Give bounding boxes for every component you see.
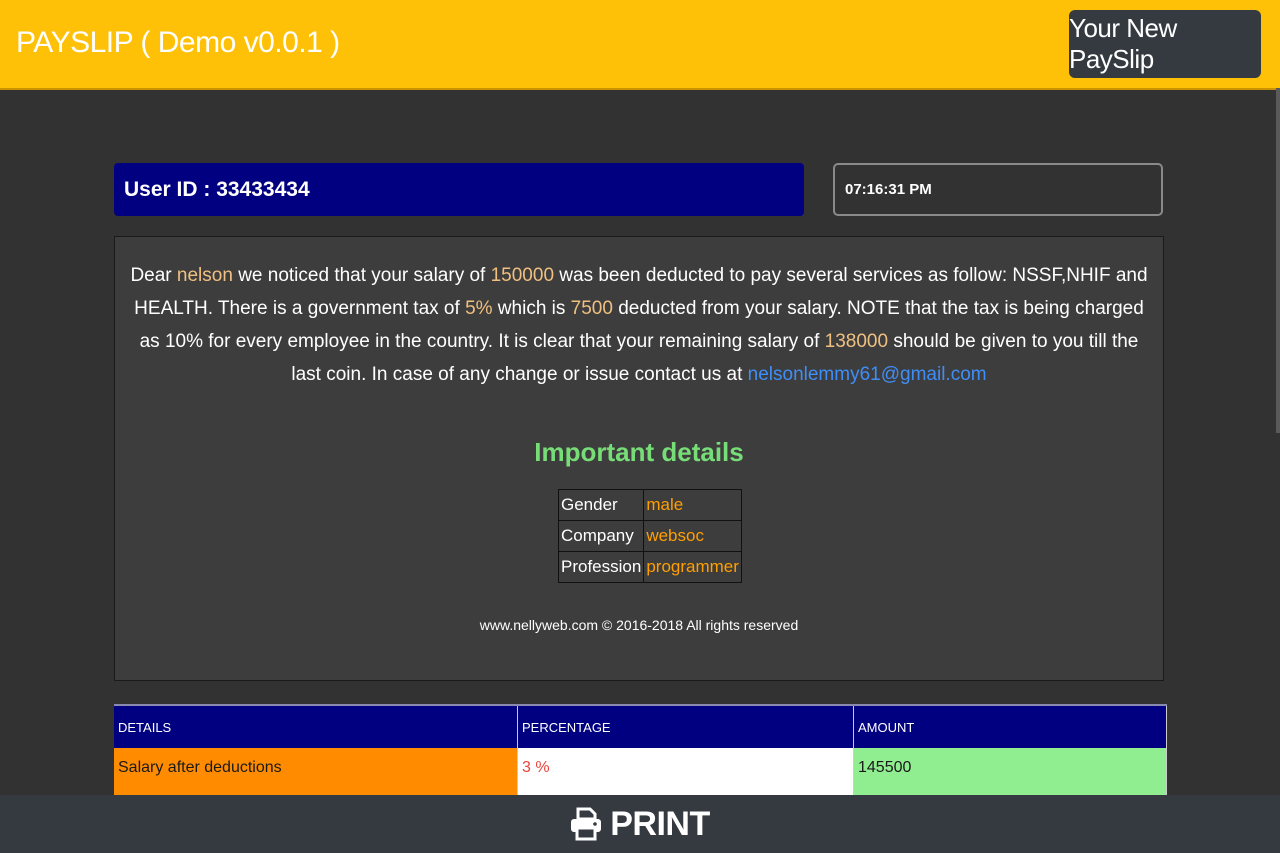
header-percentage: PERCENTAGE <box>517 704 854 748</box>
header-amount: AMOUNT <box>853 704 1167 748</box>
table-row: Profession programmer <box>557 551 742 583</box>
details-table: Gender male Company websoc Profession pr… <box>557 489 742 583</box>
percentage-cell: 3 % <box>517 748 854 788</box>
payslip-panel: Dear nelson we noticed that your salary … <box>114 236 1164 681</box>
profession-key: Profession <box>557 551 645 583</box>
clock-time: 07:16:31 PM <box>845 181 932 198</box>
letter-text: which is <box>492 298 571 319</box>
user-id-label: User ID : 33433434 <box>124 177 310 201</box>
remaining-salary: 138000 <box>824 331 889 352</box>
brand-title[interactable]: PAYSLIP ( Demo v0.0.1 ) <box>16 26 340 60</box>
table-header-row: DETAILS PERCENTAGE AMOUNT <box>114 704 1167 748</box>
contact-email-link[interactable]: nelsonlemmy61@gmail.com <box>748 364 987 385</box>
employee-name: nelson <box>176 265 233 286</box>
header-details: DETAILS <box>114 704 518 748</box>
scrollbar-thumb[interactable] <box>1276 88 1280 433</box>
letter-text: Dear <box>130 265 177 286</box>
top-navbar: PAYSLIP ( Demo v0.0.1 ) Your New PaySlip <box>0 0 1280 90</box>
detail-cell: Salary after deductions <box>114 748 518 788</box>
amount-cell: 145500 <box>853 748 1167 788</box>
gender-key: Gender <box>557 489 645 521</box>
print-label: PRINT <box>610 804 710 843</box>
important-details-title: Important details <box>534 437 744 467</box>
clock-display: 07:16:31 PM <box>833 163 1163 216</box>
profession-value: programmer <box>643 551 742 583</box>
new-payslip-button[interactable]: Your New PaySlip <box>1069 10 1261 78</box>
gender-value: male <box>643 489 742 521</box>
user-id-banner: User ID : 33433434 <box>114 163 804 216</box>
table-row: Salary after deductions 3 % 145500 <box>114 748 1167 788</box>
copyright-footer: www.nellyweb.com © 2016-2018 All rights … <box>479 617 799 633</box>
company-value: websoc <box>643 520 742 552</box>
table-row: Company websoc <box>557 520 742 552</box>
table-row: Gender male <box>557 489 742 521</box>
tax-rate: 5% <box>465 298 493 319</box>
salary-letter: Dear nelson we noticed that your salary … <box>127 259 1151 391</box>
tax-amount: 7500 <box>570 298 613 319</box>
printer-icon <box>571 807 602 841</box>
gross-salary: 150000 <box>490 265 555 286</box>
letter-text: we noticed that your salary of <box>232 265 491 286</box>
print-button[interactable]: PRINT <box>0 795 1280 853</box>
company-key: Company <box>557 520 645 552</box>
